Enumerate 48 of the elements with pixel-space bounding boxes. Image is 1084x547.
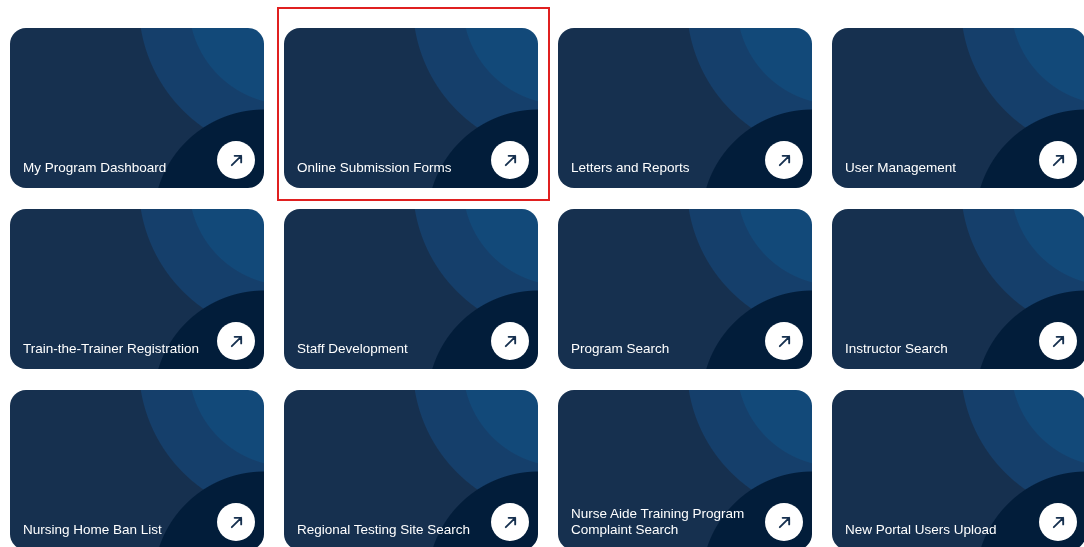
arrow-icon <box>502 514 518 530</box>
tile-card[interactable]: Letters and Reports <box>558 28 812 188</box>
tile-card[interactable]: Regional Testing Site Search <box>284 390 538 547</box>
open-button[interactable] <box>217 141 255 179</box>
tile-card[interactable]: Program Search <box>558 209 812 369</box>
tile-card[interactable]: Instructor Search <box>832 209 1084 369</box>
open-button[interactable] <box>217 503 255 541</box>
tile-label: Letters and Reports <box>571 160 691 177</box>
open-button[interactable] <box>491 503 529 541</box>
arrow-icon <box>1050 152 1066 168</box>
tile-card[interactable]: New Portal Users Upload <box>832 390 1084 547</box>
open-button[interactable] <box>765 322 803 360</box>
tile-label: Nurse Aide Training Program Complaint Search <box>571 506 746 539</box>
arrow-icon <box>776 152 792 168</box>
open-button[interactable] <box>1039 503 1077 541</box>
arrow-icon <box>228 514 244 530</box>
arrow-icon <box>228 333 244 349</box>
arrow-icon <box>776 514 792 530</box>
open-button[interactable] <box>765 503 803 541</box>
tile-card[interactable]: Staff Development <box>284 209 538 369</box>
open-button[interactable] <box>217 322 255 360</box>
open-button[interactable] <box>765 141 803 179</box>
tile-label: Staff Development <box>297 341 409 358</box>
arrow-icon <box>1050 514 1066 530</box>
arrow-icon <box>502 152 518 168</box>
tile-label: Program Search <box>571 341 671 358</box>
tile-label: User Management <box>845 160 958 177</box>
tile-label: Nursing Home Ban List <box>23 522 163 539</box>
tile-label: My Program Dashboard <box>23 160 168 177</box>
open-button[interactable] <box>491 322 529 360</box>
tile-label: Instructor Search <box>845 341 949 358</box>
tile-card[interactable]: My Program Dashboard <box>10 28 264 188</box>
open-button[interactable] <box>491 141 529 179</box>
open-button[interactable] <box>1039 141 1077 179</box>
arrow-icon <box>776 333 792 349</box>
arrow-icon <box>228 152 244 168</box>
arrow-icon <box>1050 333 1066 349</box>
tile-label: Train-the-Trainer Registration <box>23 341 201 358</box>
tile-card[interactable]: Nursing Home Ban List <box>10 390 264 547</box>
tile-card[interactable]: Nurse Aide Training Program Complaint Search <box>558 390 812 547</box>
tile-label: New Portal Users Upload <box>845 522 998 539</box>
tile-card[interactable]: Online Submission Forms <box>284 28 538 188</box>
tile-card[interactable]: Train-the-Trainer Registration <box>10 209 264 369</box>
tile-card[interactable]: User Management <box>832 28 1084 188</box>
tile-label: Online Submission Forms <box>297 160 453 177</box>
arrow-icon <box>502 333 518 349</box>
open-button[interactable] <box>1039 322 1077 360</box>
tile-label: Regional Testing Site Search <box>297 522 472 539</box>
